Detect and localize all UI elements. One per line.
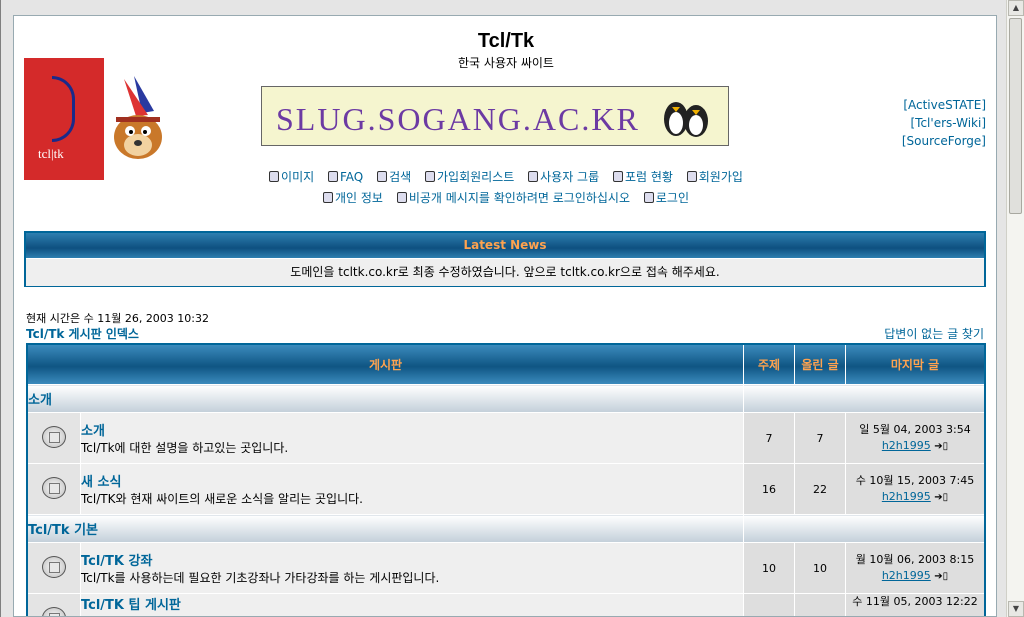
slug-banner[interactable]: SLUG.SOGANG.AC.KR bbox=[261, 86, 729, 146]
table-header-row: 게시판 주제 올린 글 마지막 글 bbox=[26, 343, 986, 385]
category-row: 소개 bbox=[26, 384, 986, 413]
forum-desc: Tcl/Tk에 대한 설명을 하고있는 곳입니다. bbox=[81, 441, 289, 455]
forum-row: 소개 Tcl/Tk에 대한 설명을 하고있는 곳입니다. 7 7 일 5월 04… bbox=[26, 412, 986, 464]
topic-count: 10 bbox=[743, 542, 795, 594]
forum-name[interactable]: Tcl/TK 강좌 bbox=[81, 550, 743, 569]
nav-usergroups[interactable]: 사용자 그룹 bbox=[528, 170, 599, 184]
forum-row: Tcl/TK 팁 게시판 수 11월 05, 2003 12:22 bbox=[26, 593, 986, 616]
category-name[interactable]: 소개 bbox=[26, 384, 744, 413]
last-post-date: 수 11월 05, 2003 12:22 bbox=[852, 595, 978, 608]
nav-register[interactable]: 회원가입 bbox=[686, 170, 743, 184]
forum-table: 게시판 주제 올린 글 마지막 글 소개 소개 Tcl/Tk에 대한 설명을 하… bbox=[26, 343, 986, 616]
nav-login[interactable]: 로그인 bbox=[643, 191, 689, 205]
scroll-up-button[interactable]: ▲ bbox=[1008, 0, 1024, 16]
post-count: 10 bbox=[794, 542, 846, 594]
news-body: 도메인을 tcltk.co.kr로 최종 수정하였습니다. 앞으로 tcltk.… bbox=[26, 259, 984, 286]
faq-icon bbox=[328, 171, 338, 182]
profile-icon bbox=[323, 192, 333, 203]
site-title: Tcl/Tk bbox=[477, 30, 535, 52]
forum-index-link[interactable]: Tcl/Tk 게시판 인덱스 bbox=[26, 325, 139, 342]
link-sourceforge[interactable]: [SourceForge] bbox=[902, 132, 986, 150]
folder-icon bbox=[42, 425, 66, 448]
header-posts: 올린 글 bbox=[794, 343, 846, 385]
usergroups-icon bbox=[528, 171, 539, 182]
tcltk-logo[interactable]: tcl|tk bbox=[24, 58, 104, 180]
forum-desc: Tcl/Tk를 사용하는데 필요한 기초강좌나 가타강좌를 하는 게시판입니다. bbox=[81, 571, 440, 585]
nav-search[interactable]: 검색 bbox=[377, 170, 411, 184]
stats-icon bbox=[612, 171, 623, 182]
forum-desc: Tcl/TK와 현재 싸이트의 새로운 소식을 알리는 곳입니다. bbox=[81, 492, 363, 506]
current-time: 현재 시간은 수 11월 26, 2003 10:32 bbox=[26, 312, 210, 325]
topic-count: 16 bbox=[743, 463, 795, 515]
forum-row: 새 소식 Tcl/TK와 현재 싸이트의 새로운 소식을 알리는 곳입니다. 1… bbox=[26, 463, 986, 515]
news-heading: Latest News bbox=[26, 233, 984, 259]
scroll-down-button[interactable]: ▼ bbox=[1008, 601, 1024, 617]
search-icon bbox=[377, 171, 388, 182]
link-activestate[interactable]: [ActiveSTATE] bbox=[902, 96, 986, 114]
unanswered-link[interactable]: 답변이 없는 글 찾기 bbox=[884, 325, 984, 342]
banner-text: SLUG.SOGANG.AC.KR bbox=[276, 101, 640, 137]
goto-post-icon[interactable]: ➔▯ bbox=[934, 571, 948, 582]
category-row: Tcl/Tk 기본 bbox=[26, 514, 986, 543]
vertical-scrollbar[interactable]: ▲ ▼ bbox=[1006, 0, 1024, 617]
feather-icon bbox=[52, 76, 75, 142]
last-post-date: 수 10월 15, 2003 7:45 bbox=[855, 473, 975, 487]
logo-text: tcl|tk bbox=[38, 146, 64, 161]
folder-icon bbox=[42, 606, 66, 616]
header-last-post: 마지막 글 bbox=[845, 343, 986, 385]
scroll-thumb[interactable] bbox=[1009, 18, 1022, 214]
forum-name[interactable]: Tcl/TK 팁 게시판 bbox=[81, 594, 743, 613]
link-tclers-wiki[interactable]: [Tcl'ers-Wiki] bbox=[902, 114, 986, 132]
site-subtitle: 한국 사용자 싸이트 bbox=[458, 56, 554, 70]
main-nav-row2: 개인 정보 비공개 메시지를 확인하려면 로그인하십시오 로그인 bbox=[14, 189, 996, 206]
goto-post-icon[interactable]: ➔▯ bbox=[934, 441, 948, 452]
nav-private-messages[interactable]: 비공개 메시지를 확인하려면 로그인하십시오 bbox=[396, 191, 630, 205]
last-post-user[interactable]: h2h1995 bbox=[882, 569, 931, 582]
last-post-date: 월 10월 06, 2003 8:15 bbox=[855, 552, 975, 566]
nav-profile[interactable]: 개인 정보 bbox=[323, 191, 383, 205]
header-topics: 주제 bbox=[743, 343, 795, 385]
post-count: 22 bbox=[794, 463, 846, 515]
nav-faq[interactable]: FAQ bbox=[328, 170, 363, 184]
external-links: [ActiveSTATE] [Tcl'ers-Wiki] [SourceForg… bbox=[902, 96, 986, 150]
last-post-user[interactable]: h2h1995 bbox=[882, 439, 931, 452]
goto-post-icon[interactable]: ➔▯ bbox=[934, 492, 948, 503]
register-icon bbox=[686, 171, 697, 182]
last-post-user[interactable]: h2h1995 bbox=[882, 490, 931, 503]
folder-icon bbox=[42, 555, 66, 578]
penguins-image bbox=[664, 102, 708, 137]
category-name[interactable]: Tcl/Tk 기본 bbox=[26, 514, 744, 543]
forum-row: Tcl/TK 강좌 Tcl/Tk를 사용하는데 필요한 기초강좌나 가타강좌를 … bbox=[26, 542, 986, 594]
forum-name[interactable]: 소개 bbox=[81, 420, 743, 439]
nav-images[interactable]: 이미지 bbox=[269, 170, 314, 184]
memberlist-icon bbox=[425, 171, 435, 182]
forum-name[interactable]: 새 소식 bbox=[81, 471, 743, 490]
image-icon bbox=[269, 171, 280, 182]
login-icon bbox=[643, 192, 654, 203]
topic-count: 7 bbox=[743, 412, 795, 464]
latest-news-box: Latest News 도메인을 tcltk.co.kr로 최종 수정하였습니다… bbox=[24, 231, 986, 287]
header-forum: 게시판 bbox=[26, 343, 744, 385]
folder-icon bbox=[42, 476, 66, 499]
post-count: 7 bbox=[794, 412, 846, 464]
last-post-date: 일 5월 04, 2003 3:54 bbox=[859, 422, 971, 436]
main-nav-row1: 이미지 FAQ 검색 가입회원리스트 사용자 그룹 포럼 현황 회원가입 bbox=[14, 168, 996, 185]
browser-viewport: Tcl/Tk 한국 사용자 싸이트 tcl|tk SLUG.SOGANG.AC.… bbox=[0, 0, 1006, 617]
forum-page: Tcl/Tk 한국 사용자 싸이트 tcl|tk SLUG.SOGANG.AC.… bbox=[13, 15, 997, 617]
nav-memberlist[interactable]: 가입회원리스트 bbox=[425, 170, 514, 184]
nav-forum-stats[interactable]: 포럼 현황 bbox=[612, 170, 673, 184]
message-icon bbox=[396, 192, 407, 203]
mascot-image bbox=[114, 76, 162, 159]
